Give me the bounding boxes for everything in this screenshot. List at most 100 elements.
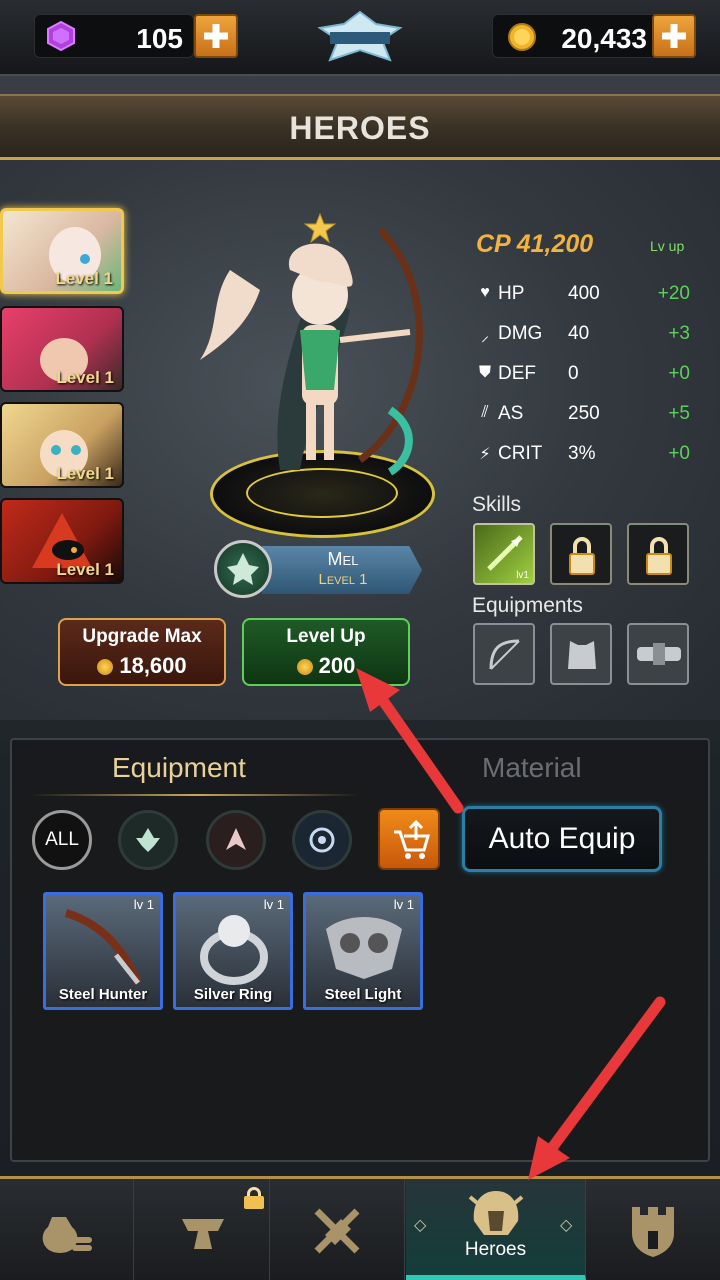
stat-delta: +3	[668, 323, 690, 344]
filter-warrior-button[interactable]	[206, 810, 266, 870]
arrow-skill-icon	[487, 535, 523, 571]
armor-item-icon	[326, 917, 402, 979]
lock-icon	[244, 1187, 264, 1209]
archer-class-icon	[227, 553, 259, 585]
hero-portrait-mel[interactable]: Level 1	[0, 208, 124, 294]
item-name: Steel Hunter	[58, 986, 148, 1003]
stat-value: 3%	[568, 443, 596, 464]
skill-slot-2-locked[interactable]	[550, 523, 612, 585]
nav-item-castle[interactable]	[586, 1179, 720, 1280]
warrior-class-icon	[226, 828, 246, 850]
gold-coin-icon	[508, 23, 536, 51]
bow-icon	[489, 639, 520, 670]
filter-archer-button[interactable]	[118, 810, 178, 870]
item-level: lv 1	[263, 897, 284, 912]
level-up-cost-row: 200	[244, 653, 408, 679]
hero-portrait-2[interactable]: Level 1	[0, 306, 124, 392]
upgrade-max-cost-row: 18,600	[60, 653, 224, 679]
nav-label-heroes: Heroes	[464, 1239, 527, 1260]
item-name: Silver Ring	[193, 986, 273, 1003]
bow-item-icon	[64, 909, 142, 985]
stat-delta: +5	[668, 403, 690, 424]
tab-material[interactable]: Material	[482, 752, 582, 784]
equip-slot-armor[interactable]	[550, 623, 612, 685]
hero-portrait-level: Level 1	[56, 464, 114, 483]
shield-icon: ⛊	[478, 364, 491, 381]
lightning-icon: ⚡	[479, 446, 491, 463]
chevron-right-icon: ◇	[560, 1217, 573, 1234]
lv-up-tag: Lv up	[650, 238, 685, 254]
nav-item-forge[interactable]	[136, 1179, 270, 1280]
upgrade-max-cost: 18,600	[119, 653, 187, 678]
shop-cart-button[interactable]	[378, 808, 440, 870]
upgrade-max-button[interactable]: Upgrade Max 18,600	[58, 618, 226, 686]
gem-counter: 105	[34, 14, 194, 58]
ring-item-icon	[200, 915, 268, 985]
money-bag-icon	[42, 1217, 92, 1253]
level-up-label: Level Up	[286, 626, 366, 647]
equip-slot-weapon[interactable]	[473, 623, 535, 685]
gem-count: 105	[136, 23, 183, 54]
hero-portrait-level: Level 1	[56, 560, 114, 579]
equipments-label: Equipments	[472, 594, 583, 617]
hero-portrait-4[interactable]: Level 1	[0, 498, 124, 584]
belt-icon	[637, 643, 681, 665]
stat-value: 40	[568, 323, 590, 344]
mage-class-icon	[309, 827, 335, 853]
gold-coin-icon	[97, 659, 114, 676]
gold-counter: 20,433	[492, 14, 660, 58]
stat-name: DEF	[498, 363, 536, 384]
stat-value: 400	[568, 283, 600, 304]
hero-character[interactable]	[190, 210, 450, 480]
stat-name: CRIT	[498, 443, 543, 464]
hero-portrait-level: Level 1	[55, 269, 113, 288]
hero-name: Mel	[327, 549, 359, 569]
crossed-swords-icon	[314, 1208, 360, 1254]
helmet-icon	[468, 1191, 524, 1235]
stat-name: DMG	[498, 323, 543, 344]
skill-slot-3-locked[interactable]	[627, 523, 689, 585]
archer-class-icon	[136, 828, 160, 852]
item-silver-ring[interactable]: lv 1 Silver Ring	[173, 892, 293, 1010]
auto-equip-button[interactable]: Auto Equip	[462, 806, 662, 872]
item-steel-light[interactable]: lv 1 Steel Light	[303, 892, 423, 1010]
level-up-cost: 200	[318, 653, 356, 678]
nav-item-battle[interactable]	[271, 1179, 405, 1280]
anvil-icon	[182, 1219, 224, 1249]
combat-power: CP 41,200	[476, 230, 594, 258]
heart-icon: ♥	[480, 284, 490, 301]
auto-equip-label: Auto Equip	[488, 822, 636, 855]
cart-upgrade-icon	[394, 820, 430, 859]
item-steel-hunter[interactable]: lv 1 Steel Hunter	[43, 892, 163, 1010]
gold-count: 20,433	[561, 23, 647, 54]
filter-all-button[interactable]: ALL	[32, 810, 92, 870]
castle-icon	[632, 1207, 674, 1257]
stat-value: 250	[568, 403, 600, 424]
gold-coin-icon	[296, 659, 313, 676]
stat-delta: +20	[657, 283, 690, 304]
armor-icon	[568, 641, 596, 669]
skill-level: lv1	[516, 570, 529, 581]
nav-item-shop[interactable]	[0, 1179, 134, 1280]
page-title: HEROES	[289, 110, 431, 146]
equip-slot-accessory[interactable]	[627, 623, 689, 685]
chevron-left-icon: ◇	[414, 1217, 427, 1234]
stat-delta: +0	[668, 363, 690, 384]
tab-underline	[30, 794, 360, 796]
tab-equipment[interactable]: Equipment	[112, 752, 246, 784]
hero-portrait-3[interactable]: Level 1	[0, 402, 124, 488]
stat-delta: +0	[668, 443, 690, 464]
buy-gold-button[interactable]	[652, 14, 696, 58]
sword-icon: ⸝	[480, 328, 489, 345]
nav-item-heroes[interactable]: ◇ ◇ Heroes	[406, 1179, 586, 1280]
gem-icon	[47, 20, 75, 52]
game-logo	[316, 10, 404, 64]
claw-icon: ⫽	[481, 404, 489, 421]
level-up-button[interactable]: Level Up 200	[242, 618, 410, 686]
skill-slot-1[interactable]: lv1	[473, 523, 535, 585]
item-name: Steel Light	[324, 986, 402, 1003]
buy-gems-button[interactable]	[194, 14, 238, 58]
item-level: lv 1	[133, 897, 154, 912]
upgrade-max-label: Upgrade Max	[82, 626, 202, 647]
filter-mage-button[interactable]	[292, 810, 352, 870]
